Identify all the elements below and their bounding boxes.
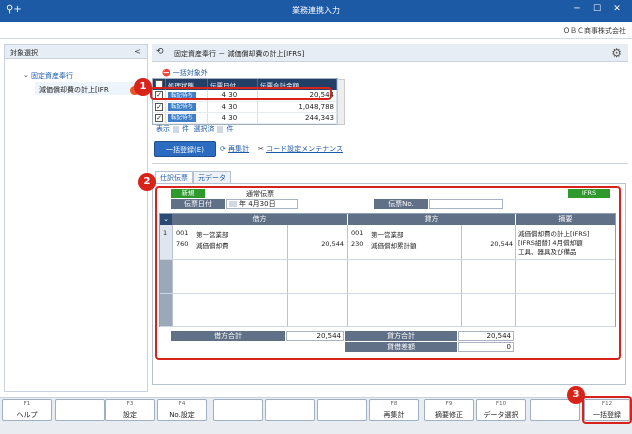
selected-count-label: 選択済 [193, 125, 215, 133]
minimize-icon[interactable]: ─ [570, 4, 584, 16]
highlight-box-3 [582, 396, 632, 424]
cell-day: 30 [228, 113, 238, 122]
cell-month: 4 [221, 113, 226, 122]
recalc-label: 再集計 [228, 145, 250, 153]
count-unit: 件 [226, 125, 234, 133]
gear-icon[interactable]: ⚙ [611, 46, 622, 60]
f7-button[interactable] [317, 399, 367, 421]
process-header: ⟲ 固定資産奉行 － 減価償却費の計上[IFRS] ⚙ [152, 44, 628, 62]
bulk-exclude-label: 一括対象外 [172, 69, 208, 77]
maximize-icon[interactable]: ☐ [590, 4, 604, 16]
fkey-number: F10 [495, 401, 507, 407]
f5-button[interactable] [213, 399, 263, 421]
tree-node-depreciation[interactable]: 減価償却費の計上[IFR [39, 85, 109, 95]
pane-title: 対象選択 [10, 49, 38, 57]
cell-amount: 244,343 [257, 112, 337, 124]
row-checkbox[interactable]: ✓ [155, 102, 163, 111]
batch-register-button[interactable]: 一括登録(E) [154, 141, 216, 157]
tab-journal-voucher[interactable]: 仕訳伝票 [155, 171, 193, 183]
fkey-label: No.設定 [169, 411, 195, 419]
tree-node-label: 固定資産奉行 [31, 72, 73, 80]
breadcrumb: 固定資産奉行 － 減価償却費の計上[IFRS] [174, 50, 305, 58]
close-icon[interactable]: ✕ [610, 4, 624, 16]
cell-amount: 1,048,788 [257, 101, 337, 113]
fkey-label: データ選択 [483, 411, 519, 419]
caret-down-icon[interactable]: ⌄ [23, 71, 29, 79]
fkey-label: 再集計 [383, 411, 405, 419]
callout-2: 2 [138, 173, 156, 191]
company-name: ＯＢＣ商事株式会社 [563, 27, 626, 35]
count-unit: 件 [182, 125, 189, 133]
cell-day: 30 [228, 102, 238, 111]
divider [152, 163, 628, 164]
f9-memo-edit-button[interactable]: F9 摘要修正 [424, 399, 474, 421]
f4-no-settings-button[interactable]: F4 No.設定 [157, 399, 207, 421]
selected-count-value [217, 125, 224, 133]
exclude-icon: ⛔ [162, 69, 171, 77]
count-row: 表示件 選択済件 [156, 124, 233, 134]
callout-1: 1 [134, 78, 152, 96]
fkey-number: F4 [178, 401, 186, 407]
tab-source-data[interactable]: 元データ [193, 171, 231, 183]
bulk-exclude-link[interactable]: ⛔ 一括対象外 [162, 68, 208, 78]
fkey-number: F9 [445, 401, 453, 407]
recalc-icon: ⟳ [220, 145, 229, 153]
status-badge: 転記待ち [168, 114, 197, 122]
row-checkbox[interactable]: ✓ [155, 113, 163, 122]
fkey-number: F3 [126, 401, 134, 407]
tree-node-fixed-assets[interactable]: ⌄ 固定資産奉行 [23, 71, 73, 81]
f10-data-select-button[interactable]: F10 データ選択 [476, 399, 526, 421]
highlight-box-2 [155, 186, 621, 360]
display-count-value [173, 125, 179, 133]
f6-button[interactable] [265, 399, 315, 421]
callout-3: 3 [567, 386, 585, 404]
fkey-label: 摘要修正 [435, 411, 463, 419]
target-selection-pane: 対象選択 < ⌄ 固定資産奉行 減価償却費の計上[IFR [4, 44, 148, 392]
window-title: 業務連携入力 [292, 6, 340, 15]
recalc-link[interactable]: ⟳ 再集計 [220, 144, 249, 154]
cell-month: 4 [221, 102, 226, 111]
code-settings-label: コード設定メンテナンス [266, 145, 343, 153]
f8-recalc-button[interactable]: F8 再集計 [369, 399, 419, 421]
refresh-icon[interactable]: ⟲ [156, 47, 164, 57]
f2-button[interactable] [55, 399, 105, 421]
f1-help-button[interactable]: F1 ヘルプ [2, 399, 52, 421]
status-badge: 転記待ち [168, 103, 197, 111]
voucher-list-grid: 処理状態 伝票日付 伝票合計金額 ✓ 転記待ち 4 30 20,544 ✓ 転記… [152, 78, 345, 125]
tools-icon: ✂ [258, 145, 267, 153]
f3-settings-button[interactable]: F3 設定 [105, 399, 155, 421]
fkey-label: 設定 [123, 411, 137, 419]
fkey-label: ヘルプ [16, 411, 38, 419]
tree-node-label: 減価償却費の計上[IFR [39, 86, 109, 94]
fkey-number: F8 [390, 401, 398, 407]
code-settings-link[interactable]: ✂ コード設定メンテナンス [258, 144, 343, 154]
fkey-number: F1 [23, 401, 31, 407]
collapse-chevron-icon[interactable]: < [134, 47, 141, 56]
title-bar: ⚲+ 業務連携入力 ─ ☐ ✕ [0, 0, 632, 22]
grid-scrollbar[interactable] [337, 79, 345, 125]
divider [0, 38, 632, 39]
table-row[interactable]: ✓ 転記待ち 4 30 244,343 [153, 112, 337, 124]
highlight-box-1 [150, 87, 332, 100]
display-count-label: 表示 [156, 125, 170, 133]
table-row[interactable]: ✓ 転記待ち 4 30 1,048,788 [153, 101, 337, 113]
pane-header: 対象選択 < [5, 45, 147, 59]
